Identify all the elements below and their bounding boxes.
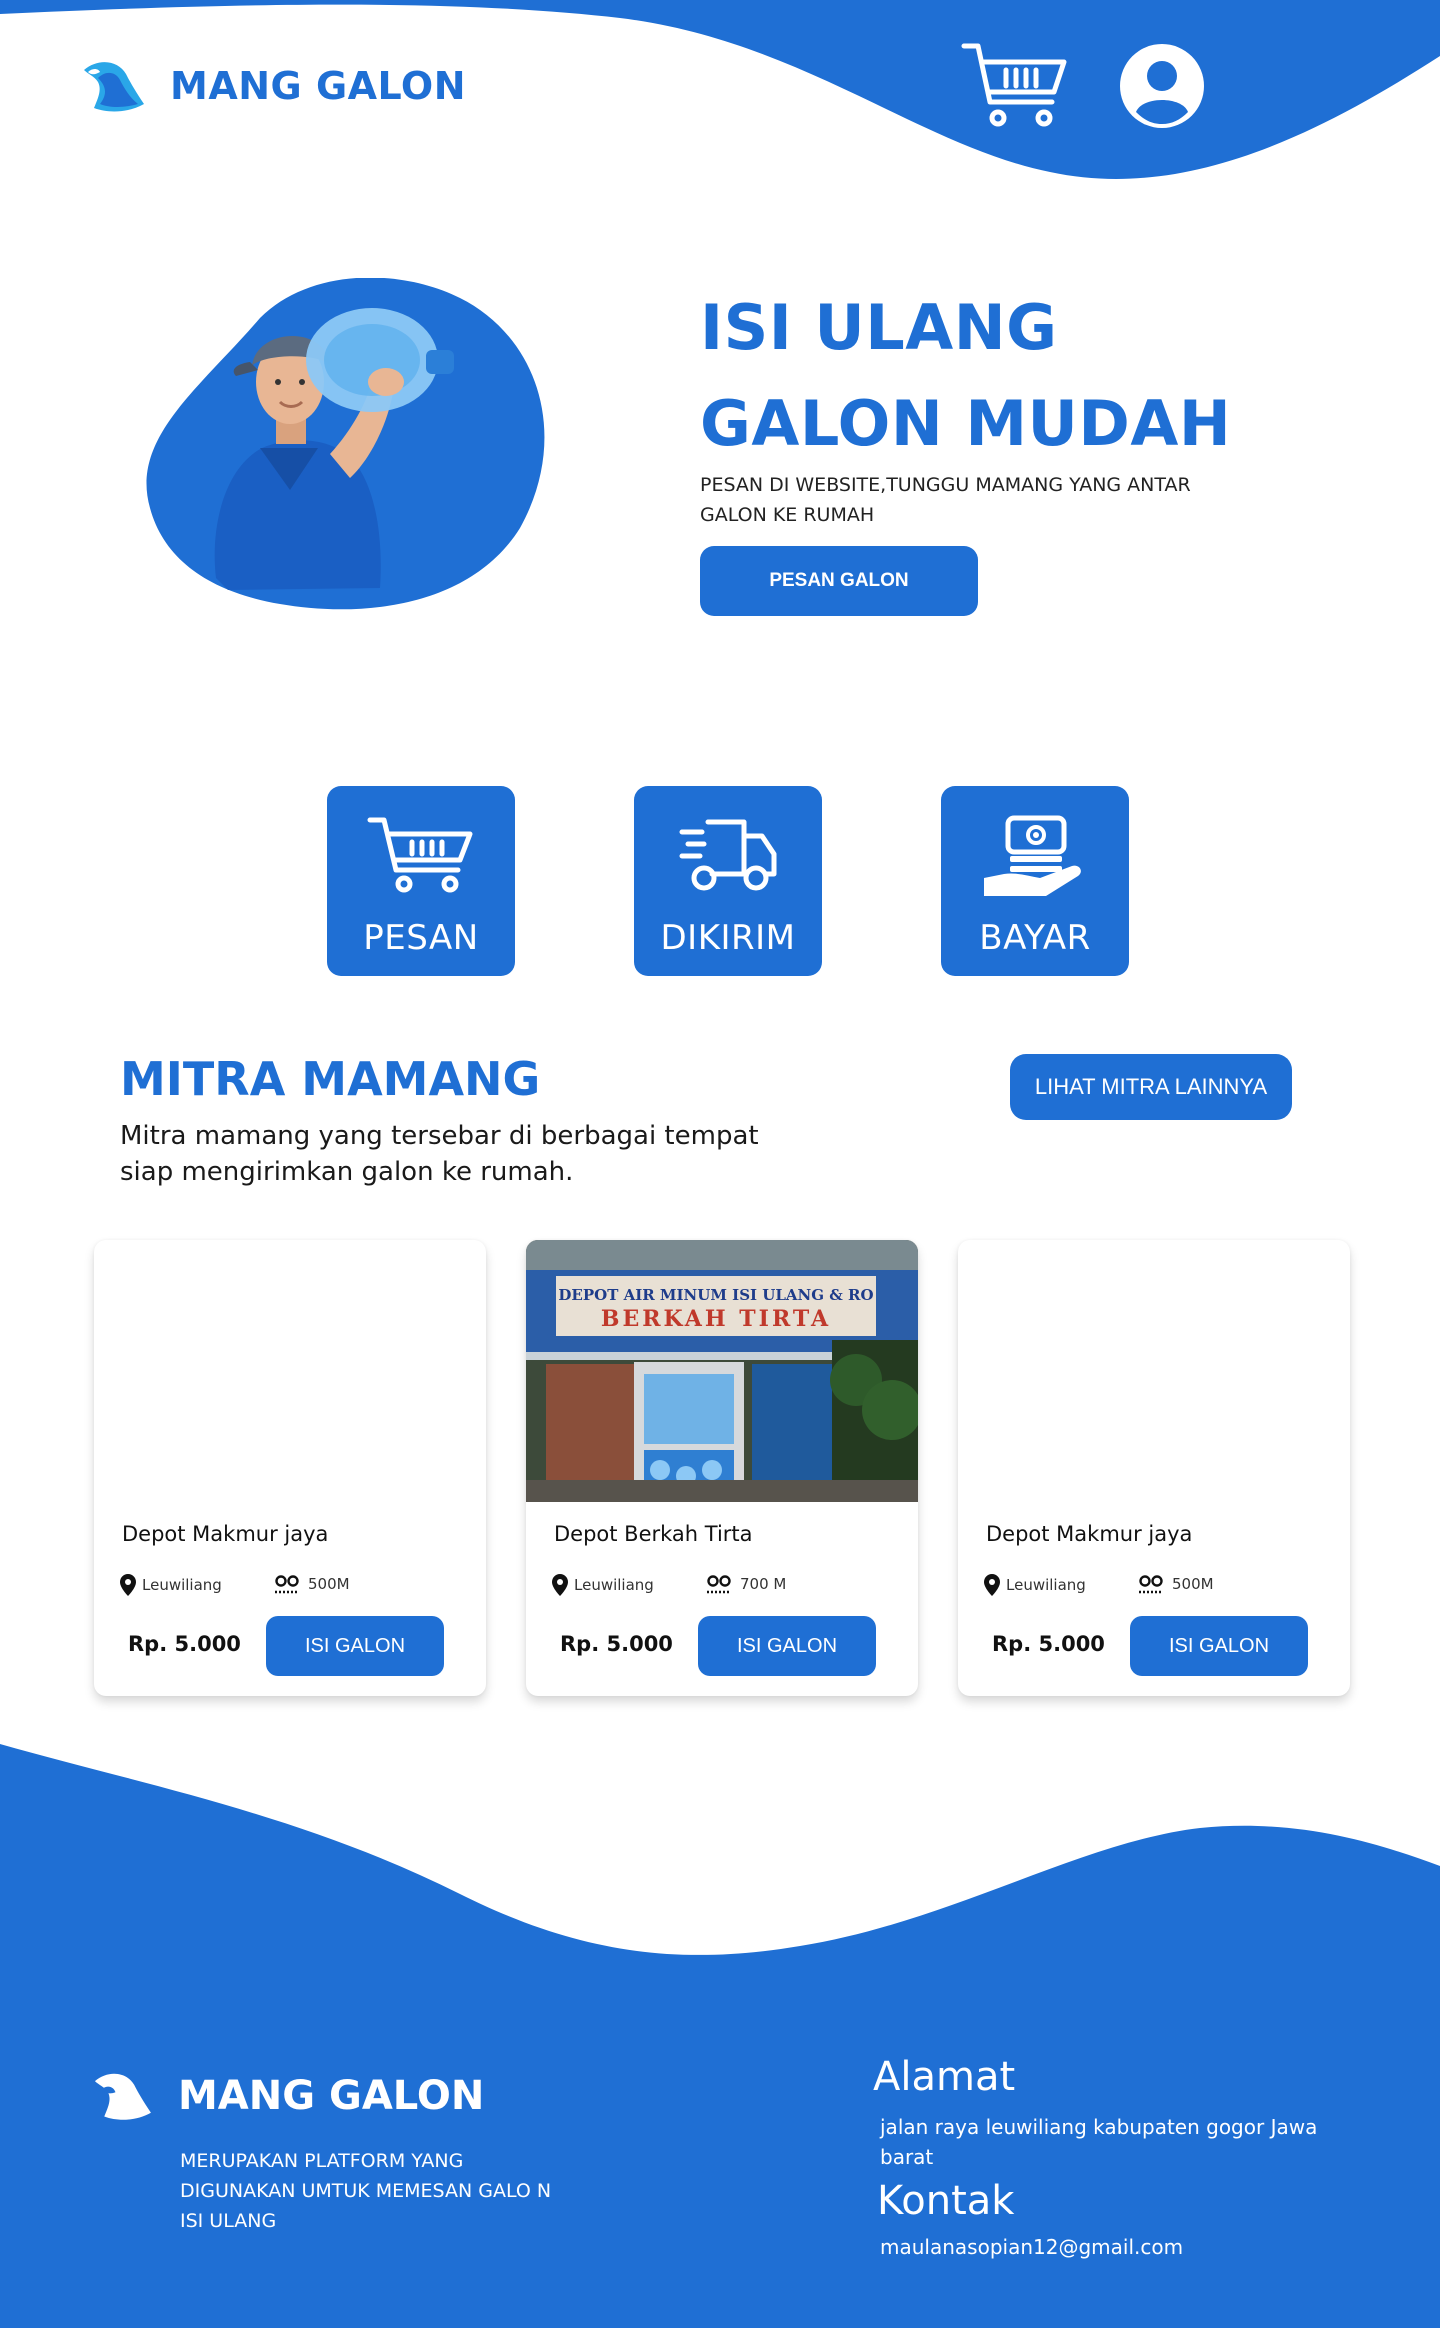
distance-icon — [707, 1575, 731, 1594]
brand-name: MANG GALON — [170, 64, 467, 108]
footer-description: MERUPAKAN PLATFORM YANG DIGUNAKAN UMTUK … — [180, 2150, 552, 2232]
partner-image-placeholder — [958, 1240, 1350, 1502]
distance-icon — [1139, 1575, 1163, 1594]
partner-card[interactable]: Depot Makmur jaya Leuwiliang 500M Rp. 5.… — [94, 1240, 486, 1696]
partner-distance-text: 700 M — [740, 1575, 787, 1593]
step-dikirim[interactable]: DIKIRIM — [634, 786, 822, 976]
location-pin-icon — [552, 1574, 568, 1596]
partner-location-text: Leuwiliang — [1006, 1576, 1086, 1594]
location-pin-icon — [984, 1574, 1000, 1596]
wave-logo-icon — [94, 2073, 151, 2120]
partner-card[interactable]: DEPOT AIR MINUM ISI ULANG & RO BERKAH TI… — [526, 1240, 918, 1696]
partner-location-text: Leuwiliang — [574, 1576, 654, 1594]
step-bayar[interactable]: BAYAR — [941, 786, 1129, 976]
partner-price: Rp. 5.000 — [128, 1632, 241, 1656]
refill-gallon-button[interactable]: ISI GALON — [266, 1616, 444, 1676]
partner-location: Leuwiliang — [120, 1574, 222, 1596]
header-logo[interactable]: MANG GALON — [80, 56, 466, 116]
header-profile-button[interactable] — [1118, 42, 1206, 130]
cash-hand-icon — [984, 815, 1081, 896]
location-pin-icon — [120, 1574, 136, 1596]
mitra-section-title: MITRA MAMANG — [120, 1052, 541, 1106]
step-label: DIKIRIM — [660, 918, 796, 958]
partner-photo: DEPOT AIR MINUM ISI ULANG & RO BERKAH TI… — [526, 1240, 918, 1502]
footer-contact-heading: Kontak — [877, 2178, 1015, 2224]
footer-logo[interactable]: MANG GALON — [90, 2068, 484, 2124]
partner-location: Leuwiliang — [984, 1574, 1086, 1596]
partner-location-text: Leuwiliang — [142, 1576, 222, 1594]
refill-gallon-button[interactable]: ISI GALON — [698, 1616, 876, 1676]
partner-distance: 700 M — [706, 1574, 786, 1594]
hero-title-line-1: ISI ULANG — [700, 291, 1058, 364]
distance-icon — [275, 1575, 299, 1594]
hero-illustration — [146, 278, 545, 610]
cart-icon — [961, 43, 1067, 127]
see-more-partners-button[interactable]: LIHAT MITRA LAINNYA — [1010, 1054, 1292, 1120]
partner-card[interactable]: Depot Makmur jaya Leuwiliang 500M Rp. 5.… — [958, 1240, 1350, 1696]
step-pesan[interactable]: PESAN — [327, 786, 515, 976]
hero-title-line-2: GALON MUDAH — [700, 387, 1232, 460]
partner-price: Rp. 5.000 — [992, 1632, 1105, 1656]
partner-name: Depot Makmur jaya — [122, 1522, 329, 1546]
partner-price: Rp. 5.000 — [560, 1632, 673, 1656]
step-label: PESAN — [363, 918, 479, 958]
refill-gallon-button[interactable]: ISI GALON — [1130, 1616, 1308, 1676]
depot-sign-line-2: BERKAH TIRTA — [601, 1306, 831, 1332]
mitra-section-description: Mitra mamang yang tersebar di berbagai t… — [120, 1121, 759, 1187]
partner-distance: 500M — [1138, 1574, 1214, 1594]
partner-name: Depot Berkah Tirta — [554, 1522, 753, 1546]
footer-brand-name: MANG GALON — [178, 2073, 485, 2119]
delivery-truck-icon — [679, 819, 777, 891]
order-gallon-button[interactable]: PESAN GALON — [700, 546, 978, 616]
hero-title: ISI ULANG GALON MUDAH — [700, 280, 1231, 472]
cart-icon — [367, 817, 473, 893]
depot-storefront-photo: DEPOT AIR MINUM ISI ULANG & RO BERKAH TI… — [526, 1240, 918, 1502]
user-avatar-icon — [1120, 44, 1204, 128]
footer-address: jalan raya leuwiliang kabupaten gogor Ja… — [880, 2115, 1318, 2169]
partner-distance-text: 500M — [1172, 1575, 1214, 1593]
partner-distance-text: 500M — [308, 1575, 350, 1593]
partner-distance: 500M — [274, 1574, 350, 1594]
partner-image-placeholder — [94, 1240, 486, 1502]
step-label: BAYAR — [979, 918, 1091, 958]
partner-name: Depot Makmur jaya — [986, 1522, 1193, 1546]
depot-sign-line-1: DEPOT AIR MINUM ISI ULANG & RO — [558, 1286, 873, 1304]
footer-email-link[interactable]: maulanasopian12@gmail.com — [880, 2232, 1183, 2262]
footer-wave-background — [0, 1744, 1440, 2328]
partner-location: Leuwiliang — [552, 1574, 654, 1596]
wave-logo-icon — [84, 62, 144, 112]
header-cart-button[interactable] — [960, 40, 1070, 130]
footer-address-heading: Alamat — [873, 2054, 1016, 2100]
hero-description: PESAN DI WEBSITE,TUNGGU MAMANG YANG ANTA… — [700, 474, 1191, 526]
